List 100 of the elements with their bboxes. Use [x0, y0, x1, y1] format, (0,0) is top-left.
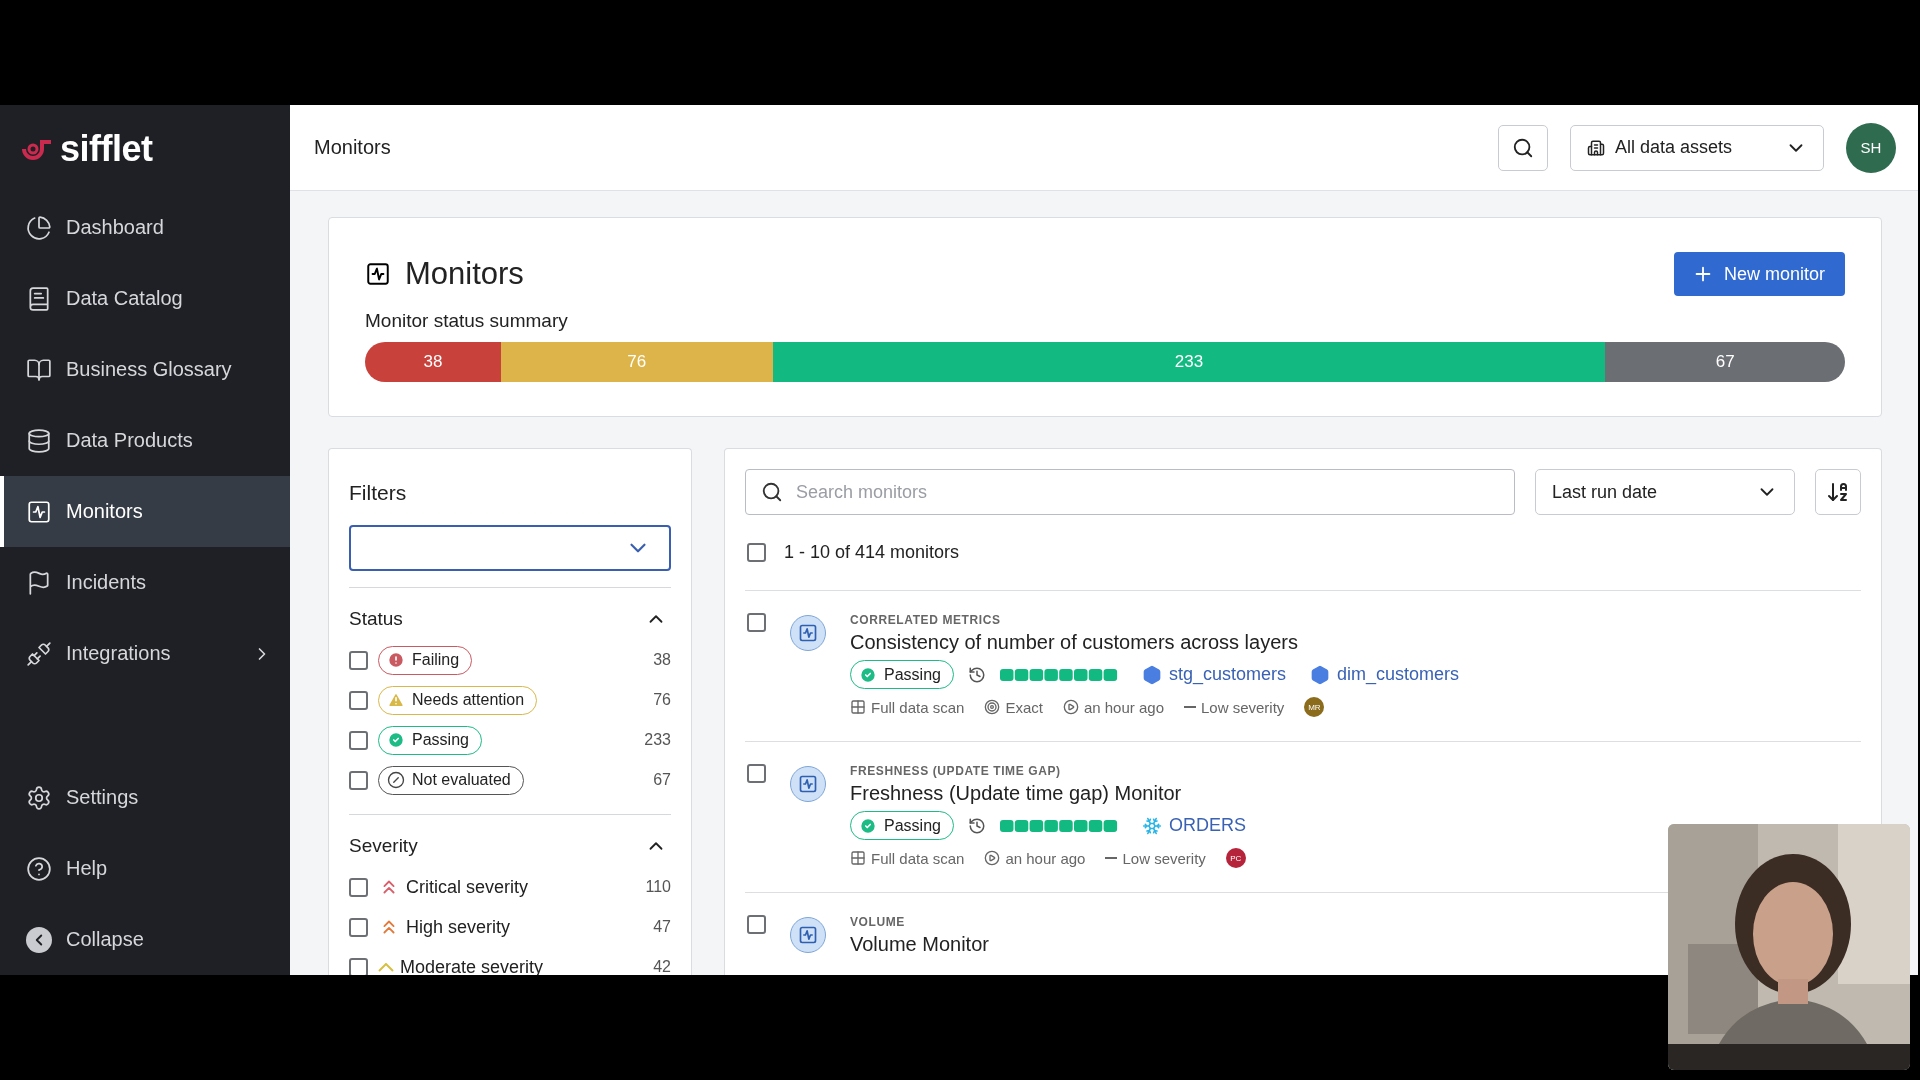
- asset-link[interactable]: stg_customers: [1141, 664, 1286, 685]
- sidebar-item[interactable]: Data Products: [0, 405, 290, 476]
- sidebar-item[interactable]: Collapse: [0, 904, 290, 975]
- checkbox[interactable]: [349, 730, 368, 750]
- book-icon: [26, 285, 52, 312]
- check-icon: [387, 731, 405, 749]
- settings-icon: [26, 784, 52, 811]
- monitor-type: CORRELATED METRICS: [850, 613, 1002, 627]
- filter-count: 233: [644, 731, 671, 749]
- filter-count: 110: [645, 878, 671, 896]
- table-icon: [850, 699, 866, 715]
- checkbox[interactable]: [747, 764, 766, 783]
- monitor-meta: an hour ago: [1062, 698, 1164, 716]
- monitor-icon: [26, 498, 52, 525]
- table-icon: [850, 850, 866, 866]
- database-icon: [26, 427, 52, 454]
- checkbox[interactable]: [349, 917, 368, 937]
- user-avatar[interactable]: SH: [1846, 122, 1896, 173]
- collapse-icon: [26, 926, 52, 953]
- page-title: Monitors: [314, 136, 392, 159]
- check-icon: [859, 816, 877, 835]
- search-icon: [1512, 136, 1534, 159]
- severity-label: Critical severity: [378, 876, 529, 898]
- filter-count: 38: [653, 651, 671, 669]
- monitor-type: FRESHNESS (UPDATE TIME GAP): [850, 764, 1062, 778]
- history-icon: [967, 816, 986, 835]
- monitor-name[interactable]: Volume Monitor: [850, 933, 989, 956]
- sidebar-item[interactable]: Monitors: [0, 476, 290, 547]
- checkbox[interactable]: [747, 915, 766, 934]
- flag-icon: [26, 569, 52, 596]
- monitor-name[interactable]: Freshness (Update time gap) Monitor: [850, 782, 1246, 805]
- checkbox[interactable]: [349, 957, 368, 975]
- warning-icon: [387, 691, 405, 709]
- open-book-icon: [26, 356, 52, 383]
- checkbox[interactable]: [747, 613, 766, 632]
- filter-section-header[interactable]: Status: [349, 608, 671, 630]
- status-segment[interactable]: 38: [365, 342, 501, 382]
- checkbox[interactable]: [349, 690, 368, 710]
- filter-count: 76: [653, 691, 671, 709]
- monitor-icon: [790, 615, 826, 651]
- dashboard-icon: [26, 214, 52, 241]
- snowflake-icon: [1141, 815, 1162, 836]
- sidebar-item[interactable]: Settings: [0, 762, 290, 833]
- checkbox[interactable]: [349, 877, 368, 897]
- dash-icon: [1184, 706, 1196, 708]
- sort-icon: [1826, 480, 1850, 504]
- search-button[interactable]: [1498, 124, 1548, 171]
- sidebar-item[interactable]: Data Catalog: [0, 263, 290, 334]
- filter-count: 42: [653, 958, 671, 975]
- play-icon: [1062, 699, 1079, 715]
- target-icon: [984, 699, 1001, 715]
- monitor-icon: [790, 917, 826, 953]
- monitor-meta: Full data scan: [850, 849, 965, 867]
- checkbox[interactable]: [349, 770, 368, 790]
- sidebar-item[interactable]: Incidents: [0, 547, 290, 618]
- filter-count: 67: [653, 771, 671, 789]
- sidebar-item[interactable]: Dashboard: [0, 192, 290, 263]
- monitor-type: VOLUME: [850, 915, 906, 929]
- monitor-meta: Exact: [984, 698, 1043, 716]
- history-icon: [967, 665, 986, 684]
- sort-select[interactable]: Last run date: [1535, 469, 1795, 515]
- section-title: Monitors: [405, 256, 525, 292]
- asset-link[interactable]: ORDERS: [1141, 815, 1246, 836]
- checkbox[interactable]: [349, 650, 368, 670]
- sidebar-item[interactable]: Help: [0, 833, 290, 904]
- checkbox[interactable]: [747, 543, 766, 562]
- asset-link[interactable]: dim_customers: [1309, 664, 1459, 685]
- sort-order-button[interactable]: [1815, 469, 1861, 515]
- monitor-icon: [790, 766, 826, 802]
- hexagon-icon: [1141, 664, 1162, 685]
- asset-selector[interactable]: All data assets: [1570, 124, 1824, 171]
- monitor-meta: Full data scan: [850, 698, 965, 716]
- slash-circle-icon: [387, 771, 405, 789]
- dash-icon: [1105, 857, 1118, 859]
- monitor-name[interactable]: Consistency of number of customers across layers: [850, 631, 1459, 654]
- monitor-meta: Low severity: [1105, 849, 1206, 867]
- monitor-meta: Low severity: [1184, 698, 1285, 716]
- check-icon: [859, 665, 877, 684]
- plug-icon: [26, 640, 52, 667]
- logo-text: sifflet: [60, 127, 153, 170]
- result-count: 1 - 10 of 414 monitors: [784, 542, 960, 563]
- monitor-icon: [365, 261, 391, 287]
- hexagon-icon: [1309, 664, 1330, 685]
- alert-icon: [387, 651, 405, 669]
- severity-label: High severity: [378, 916, 511, 938]
- monitor-meta: an hour ago: [984, 849, 1086, 867]
- search-field[interactable]: Search monitors: [745, 469, 1515, 515]
- new-monitor-button[interactable]: New monitor: [1673, 252, 1845, 296]
- filter-count: 47: [653, 918, 671, 936]
- play-icon: [984, 850, 1001, 866]
- status-segment[interactable]: 67: [1605, 342, 1845, 382]
- summary-subtitle: Monitor status summary: [365, 310, 569, 332]
- owner-avatar: PC: [1225, 848, 1246, 868]
- chevron-up-icon: [378, 962, 394, 972]
- sidebar-item[interactable]: Integrations: [0, 618, 290, 689]
- filter-select[interactable]: [349, 525, 671, 571]
- filter-section-header[interactable]: Severity: [349, 835, 671, 857]
- help-icon: [26, 855, 52, 882]
- sidebar-item[interactable]: Business Glossary: [0, 334, 290, 405]
- panel-title: Filters: [349, 481, 408, 505]
